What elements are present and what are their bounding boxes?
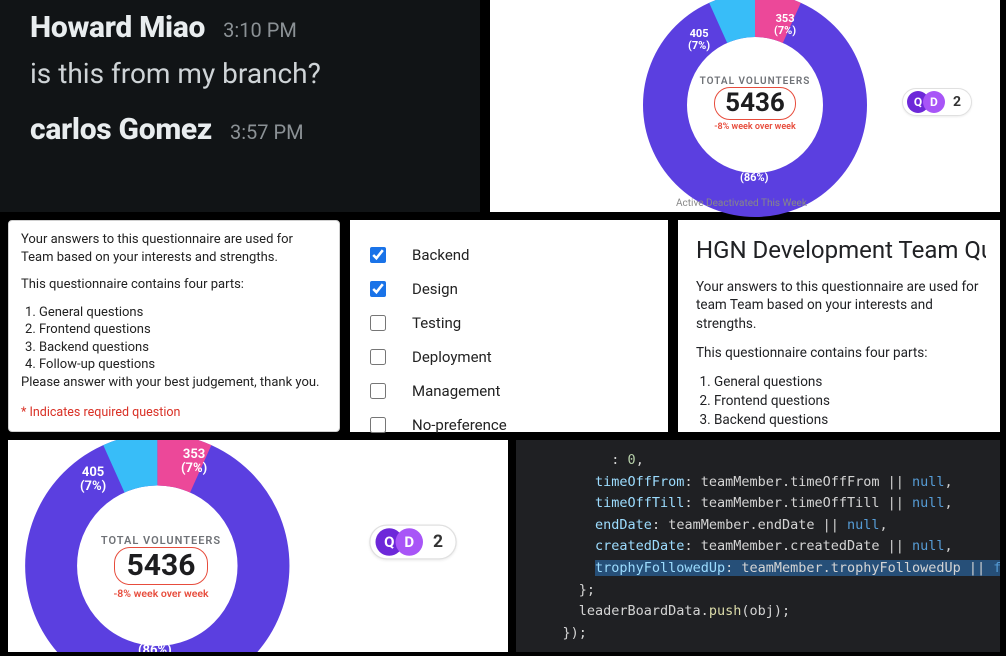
form1-parts-lead: This questionnaire contains four parts:	[21, 276, 327, 294]
donut-center-delta: -8% week over week	[690, 122, 820, 132]
form1-parts-list: General questions Frontend questions Bac…	[39, 304, 327, 374]
form2-title: HGN Development Team Questionnaire	[696, 234, 986, 268]
donut-seg-main: 4678(86%)	[740, 160, 768, 184]
list-item: General questions	[39, 304, 327, 322]
donut-center: TOTAL VOLUNTEERS 5436 -8% week over week	[690, 76, 820, 132]
checkbox-label: Management	[412, 382, 500, 400]
checkbox-label: Backend	[412, 246, 470, 264]
checkbox-testing[interactable]	[370, 315, 386, 331]
chat-sender-2[interactable]: carlos Gomez	[30, 112, 212, 147]
badge-count: 2	[953, 94, 961, 110]
form1-closing: Please answer with your best judgement, …	[21, 374, 327, 392]
form2-intro: Your answers to this questionnaire are u…	[696, 278, 986, 335]
badge-d-icon: D	[395, 528, 423, 556]
volunteers-donut-panel-large: TOTAL VOLUNTEERS 5436 -8% week over week…	[8, 440, 508, 652]
donut-center-value: 5436	[114, 547, 209, 585]
form2-parts-lead: This questionnaire contains four parts:	[696, 344, 986, 363]
checkbox-label: Deployment	[412, 348, 492, 366]
volunteers-donut-panel: TOTAL VOLUNTEERS 5436 -8% week over week…	[490, 0, 1000, 212]
list-item: General questions	[714, 373, 986, 392]
checkbox-no-preference[interactable]	[370, 417, 386, 433]
checkbox-label: Testing	[412, 314, 461, 332]
badge-count: 2	[433, 532, 443, 552]
checkbox-management[interactable]	[370, 383, 386, 399]
donut-seg-c: 353(7%)	[181, 448, 207, 477]
chat-panel: Howard Miao 3:10 PM is this from my bran…	[0, 0, 480, 212]
list-item: Frontend questions	[39, 321, 327, 339]
donut-badge-strip[interactable]: Q D 2	[902, 88, 972, 116]
donut-center-value: 5436	[714, 87, 796, 120]
list-item: Backend questions	[39, 339, 327, 357]
required-indicator: * Indicates required question	[21, 405, 327, 422]
checkbox-backend[interactable]	[370, 247, 386, 263]
checkbox-label: Design	[412, 280, 458, 298]
questionnaire-panel-right: HGN Development Team Questionnaire Your …	[678, 220, 1000, 432]
checkbox-label: No-preference	[412, 416, 507, 434]
form1-intro: Your answers to this questionnaire are u…	[21, 231, 327, 266]
chat-time-2: 3:57 PM	[230, 120, 304, 144]
donut-center-delta: -8% week over week	[86, 587, 236, 600]
donut-seg-main: 4678(86%)	[138, 630, 172, 652]
donut-seg-b: 405(7%)	[688, 28, 710, 52]
donut-legend: Active Deactivated This Week	[676, 198, 876, 209]
list-item: Follow-up questions	[39, 356, 327, 374]
role-checkbox-panel: Backend Design Testing Deployment Manage…	[350, 220, 668, 432]
donut-center-label: TOTAL VOLUNTEERS	[690, 76, 820, 87]
donut-seg-b: 405(7%)	[80, 466, 106, 495]
list-item: Frontend questions	[714, 392, 986, 411]
donut-seg-c: 353(7%)	[774, 13, 796, 37]
list-item: Follow-up questions	[714, 430, 986, 432]
form2-parts-list: General questions Frontend questions Bac…	[714, 373, 986, 432]
donut-center: TOTAL VOLUNTEERS 5436 -8% week over week	[86, 534, 236, 600]
chat-sender-1[interactable]: Howard Miao	[30, 10, 205, 45]
chat-time-1: 3:10 PM	[223, 18, 297, 42]
code-editor-panel[interactable]: : 0, timeOffFrom: teamMember.timeOffFrom…	[516, 440, 1000, 652]
list-item: Backend questions	[714, 411, 986, 430]
donut-badge-strip[interactable]: Q D 2	[369, 525, 457, 560]
chat-message-1: is this from my branch?	[30, 57, 452, 90]
checkbox-design[interactable]	[370, 281, 386, 297]
questionnaire-panel-left: Your answers to this questionnaire are u…	[8, 220, 340, 432]
checkbox-deployment[interactable]	[370, 349, 386, 365]
badge-d-icon: D	[923, 91, 945, 113]
donut-center-label: TOTAL VOLUNTEERS	[86, 534, 236, 547]
